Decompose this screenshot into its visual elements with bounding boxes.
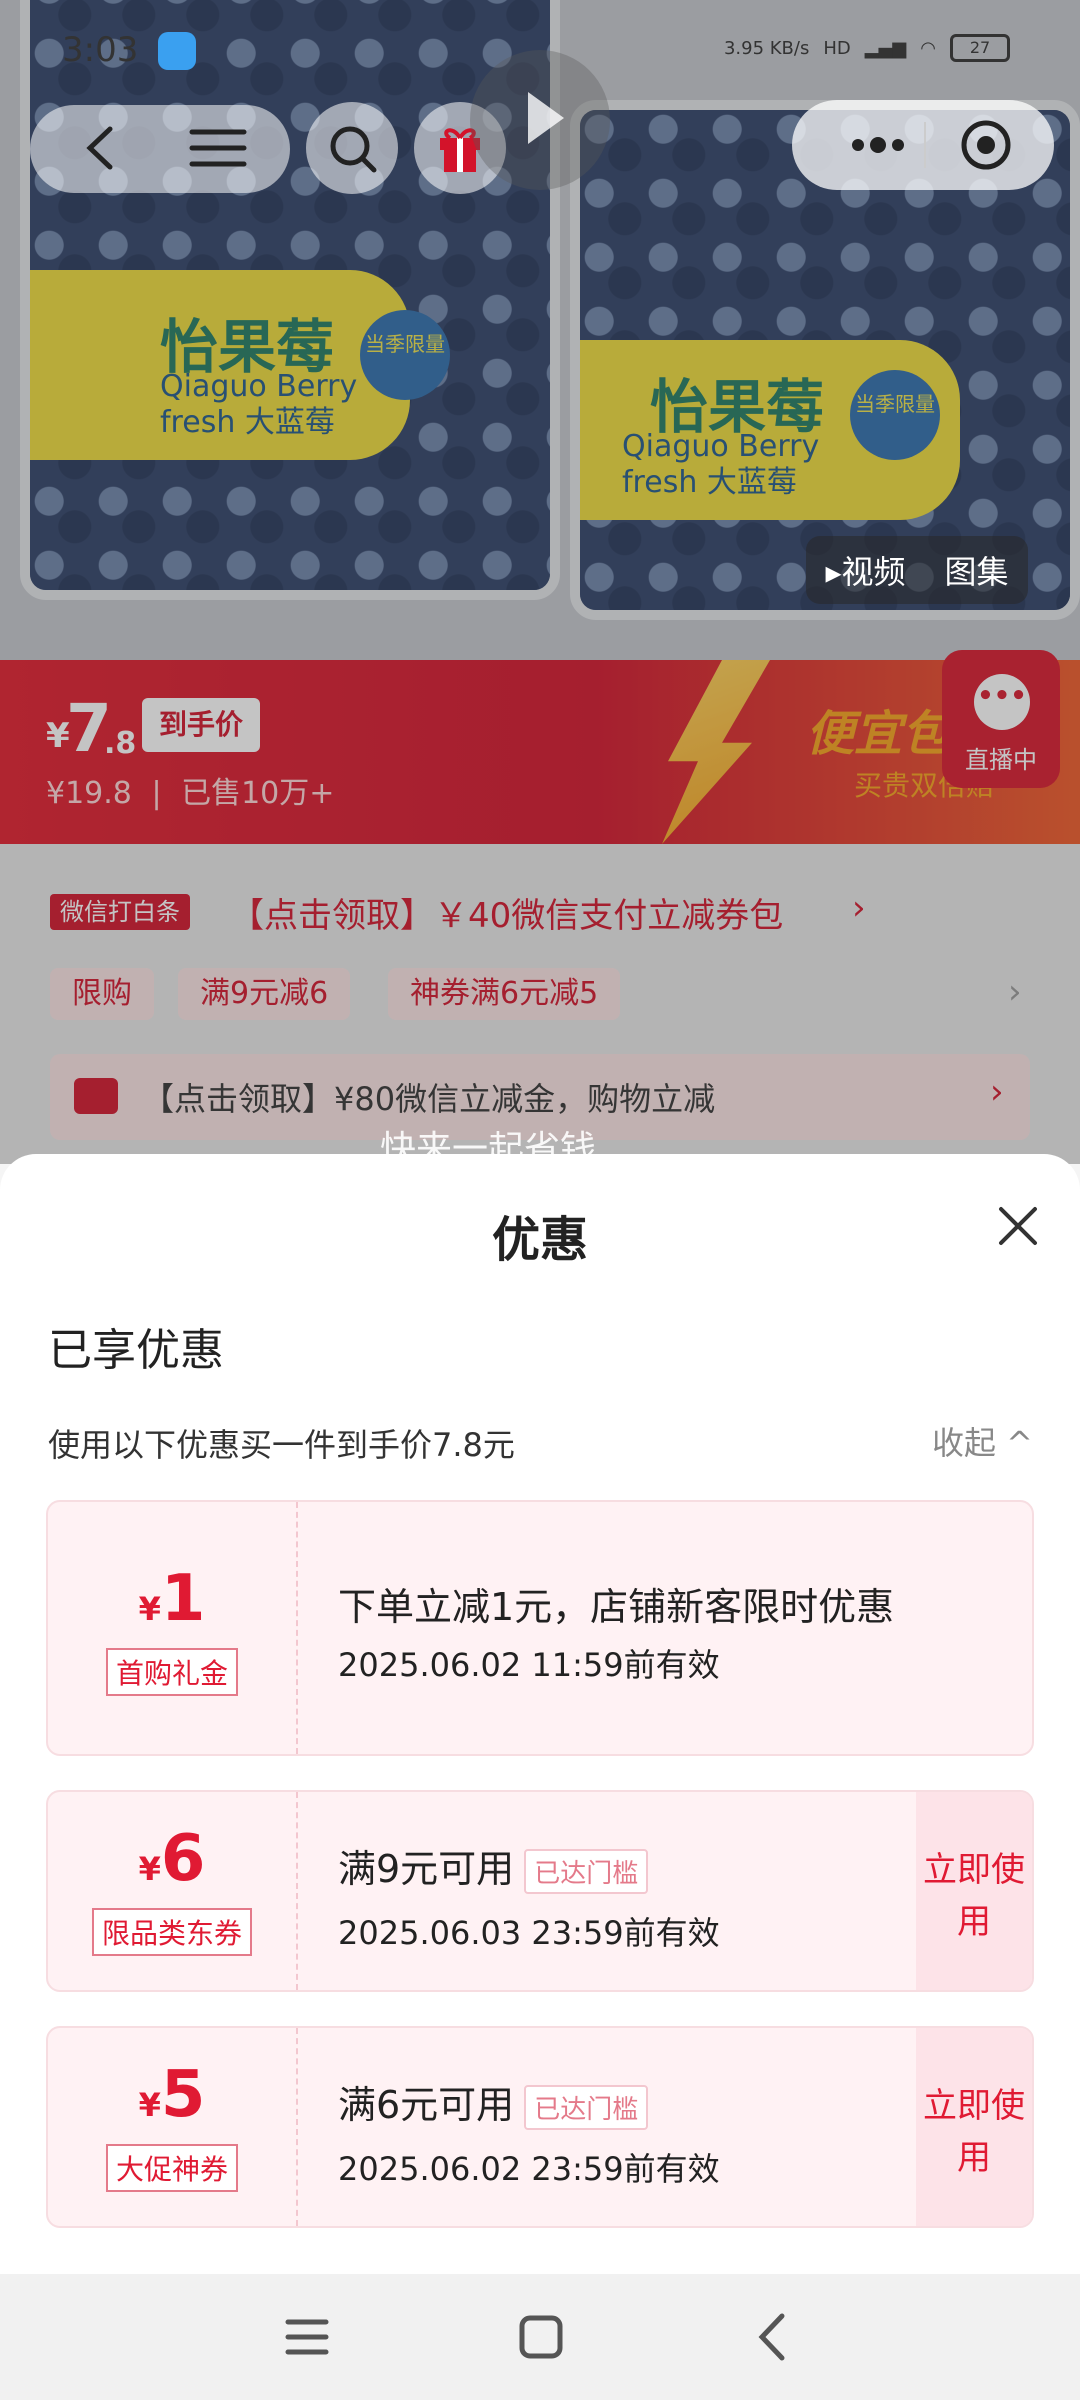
menu-lines-icon (285, 2319, 329, 2355)
coupon-desc: 满9元可用 已达门槛 (338, 1838, 649, 1894)
home-button[interactable] (514, 2310, 568, 2364)
search-button[interactable] (306, 102, 398, 194)
coupon-value: ¥6 限品类东券 (48, 1792, 298, 1990)
use-now-button[interactable]: 立即使用 (916, 1792, 1032, 1990)
close-icon[interactable] (992, 1200, 1044, 1252)
product-image[interactable]: 怡果莓 Qiaguo Berry fresh 大蓝莓 当季限量 怡果莓 Qiag… (0, 0, 1080, 660)
capsule-menu (792, 100, 1054, 190)
live-button[interactable]: ••• 直播中 (942, 650, 1060, 788)
coupon-kind: 首购礼金 (105, 1648, 239, 1696)
coupon-amount: 6 (160, 1822, 206, 1896)
battery-icon: 27 (950, 34, 1010, 62)
wifi-icon: ◠ (920, 37, 936, 59)
target-icon (961, 120, 1011, 170)
coupon-kind: 大促神券 (105, 2144, 239, 2192)
recent-apps-button[interactable] (284, 2310, 330, 2364)
enjoyed-heading: 已享优惠 (48, 1325, 224, 1376)
back-arrow-icon (86, 126, 113, 170)
coupon-card: ¥5 大促神券 满6元可用 已达门槛 2025.06.02 23:59前有效 立即… (46, 2026, 1034, 2228)
final-price-hint: 使用以下优惠买一件到手价7.8元 (48, 1426, 515, 1464)
coupon-desc: 下单立减1元，店铺新客限时优惠 (338, 1585, 895, 1629)
net-speed: 3.95 KB/s (723, 37, 810, 59)
system-back-button[interactable] (752, 2310, 792, 2364)
tab-video[interactable]: ▸视频 (825, 547, 905, 593)
use-now-button[interactable]: 立即使用 (916, 2028, 1032, 2226)
coupon-symbol: ¥ (138, 1590, 161, 1628)
threshold-reached-badge: 已达门槛 (524, 1849, 649, 1894)
signal-icon: ▂▄▆ (864, 37, 907, 59)
media-tabs: ▸视频 图集 (806, 536, 1028, 604)
more-dots-icon (852, 137, 904, 153)
coupon-value: ¥5 大促神券 (48, 2028, 298, 2226)
coupon-amount: 5 (160, 2058, 206, 2132)
coupon-symbol: ¥ (138, 1850, 161, 1888)
menu-button[interactable] (172, 102, 264, 194)
coupon-symbol: ¥ (138, 2086, 161, 2124)
coupon-desc: 满6元可用 已达门槛 (338, 2074, 649, 2130)
coupon-card: ¥6 限品类东券 满9元可用 已达门槛 2025.06.03 23:59前有效 立… (46, 1790, 1034, 1992)
threshold-reached-badge: 已达门槛 (524, 2085, 649, 2130)
coupon-date: 2025.06.02 11:59前有效 (338, 1646, 720, 1684)
price-banner: ¥ 7 .8 到手价 ¥19.8 | 已售10万+ 便宜包 买贵双倍赔 (0, 660, 1080, 844)
coupon-card: ¥1 首购礼金 下单立减1元，店铺新客限时优惠 2025.06.02 11:59… (46, 1500, 1034, 1756)
tab-gallery[interactable]: 图集 (945, 547, 1009, 593)
more-button[interactable] (828, 120, 928, 170)
app-notification-icon (158, 32, 196, 70)
clock: 3:03 (62, 30, 139, 70)
coupon-kind: 限品类东券 (91, 1908, 253, 1956)
menu-icon (189, 129, 247, 167)
coupon-strip: 微信打白条 【点击领取】￥40微信支付立减券包 › 限购 满9元减6 神券满6元… (0, 844, 1080, 1164)
collapse-button[interactable]: 收起 ^ (932, 1418, 1033, 1464)
coupon-date: 2025.06.03 23:59前有效 (338, 1914, 720, 1952)
sheet-title: 优惠 (491, 1212, 588, 1268)
coupon-date: 2025.06.02 23:59前有效 (338, 2150, 720, 2188)
coupon-threshold: 满6元可用 (338, 2083, 515, 2127)
net-type: HD (823, 37, 851, 59)
back-button[interactable] (54, 102, 146, 194)
search-icon (330, 126, 377, 173)
home-square-icon (519, 2315, 563, 2359)
system-nav-bar (0, 2274, 1080, 2400)
coupon-threshold: 满9元可用 (338, 1847, 515, 1891)
coupon-amount: 1 (160, 1562, 206, 1636)
play-video-button[interactable] (470, 50, 610, 190)
discount-sheet: 优惠 已享优惠 使用以下优惠买一件到手价7.8元 收起 ^ ¥1 首购礼金 下单… (0, 1154, 1080, 2274)
back-chevron-icon (758, 2313, 785, 2361)
close-miniprogram-button[interactable] (956, 115, 1016, 175)
coupon-value: ¥1 首购礼金 (48, 1502, 298, 1754)
